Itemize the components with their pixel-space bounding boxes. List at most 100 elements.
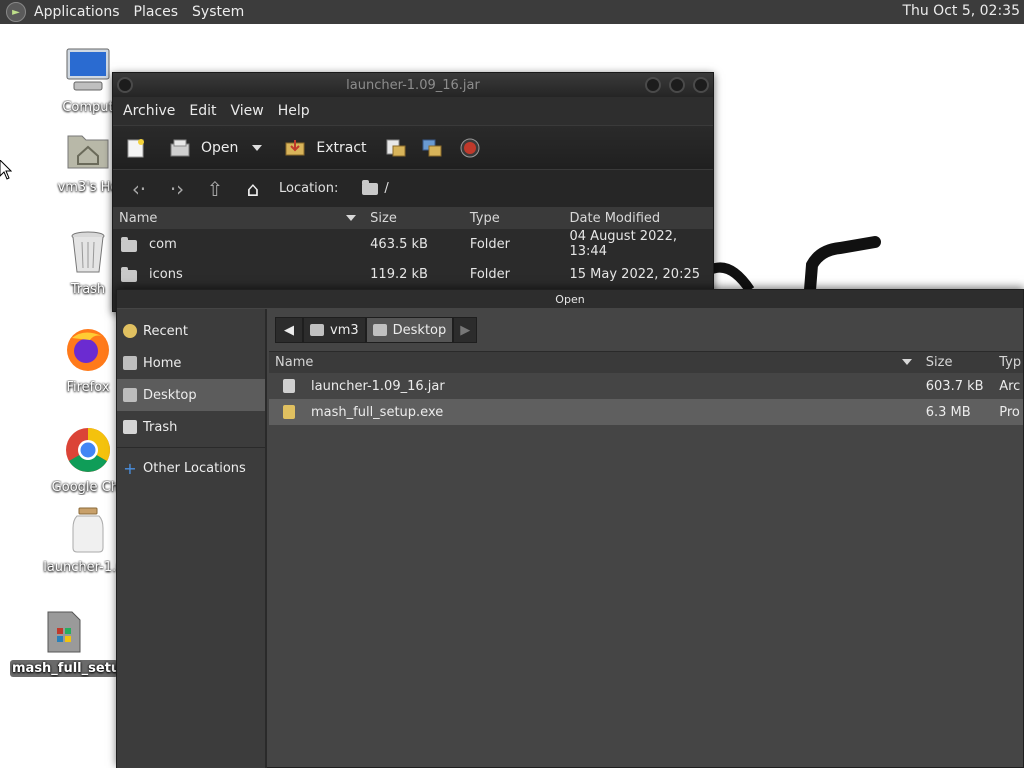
clock[interactable]: Thu Oct 5, 02:35 <box>902 3 1020 19</box>
applications-menu[interactable]: Applications <box>34 4 120 20</box>
add-files-button[interactable] <box>385 138 417 158</box>
jar-file-icon <box>72 507 104 553</box>
places-menu[interactable]: Places <box>134 4 179 20</box>
system-logo-icon[interactable]: ► <box>6 2 26 22</box>
sidebar-item-label: Desktop <box>143 387 197 403</box>
home-folder-icon <box>67 135 109 169</box>
computer-icon <box>66 48 110 91</box>
table-row[interactable]: icons 119.2 kB Folder 15 May 2022, 20:25 <box>113 259 713 289</box>
row-size: 463.5 kB <box>370 236 428 252</box>
trash-icon <box>123 420 137 434</box>
chrome-icon <box>66 428 110 472</box>
archive-toolbar: Open Extract <box>113 125 713 169</box>
open-button[interactable]: Open <box>169 138 263 158</box>
file-column-header: Name Size Typ <box>269 351 1023 373</box>
desktop-icon-label: mash_full_setup <box>10 660 118 677</box>
clock-icon <box>123 324 137 338</box>
menu-help[interactable]: Help <box>278 103 310 119</box>
exe-file-icon <box>283 405 295 419</box>
column-name[interactable]: Name <box>269 355 920 370</box>
table-row[interactable]: com 463.5 kB Folder 04 August 2022, 13:4… <box>113 229 713 259</box>
path-button-label: Desktop <box>392 322 447 338</box>
open-button-label: Open <box>201 139 239 156</box>
sidebar-item-desktop[interactable]: Desktop <box>117 379 265 411</box>
archive-menubar: Archive Edit View Help <box>113 97 713 125</box>
column-name-label: Name <box>275 355 314 370</box>
up-arrow-icon[interactable]: ⇧ <box>203 177 227 201</box>
desktop-icon <box>372 324 387 336</box>
open-dropdown-arrow-icon[interactable] <box>252 144 263 151</box>
location-path[interactable]: / <box>362 179 389 196</box>
maximize-button[interactable] <box>669 77 685 93</box>
archive-window-titlebar[interactable]: launcher-1.09_16.jar <box>113 73 713 97</box>
close-button[interactable] <box>693 77 709 93</box>
path-bar: ◀ vm3 Desktop ▶ <box>269 309 1023 351</box>
archive-column-header: Name Size Type Date Modified <box>113 207 713 229</box>
open-archive-icon <box>170 139 190 156</box>
file-name: mash_full_setup.exe <box>311 404 444 420</box>
folder-icon <box>121 266 137 282</box>
sidebar-item-label: Home <box>143 355 182 371</box>
open-dialog-title: Open <box>117 290 1023 308</box>
jar-file-icon <box>283 379 295 393</box>
path-scroll-left-button[interactable]: ◀ <box>275 317 303 343</box>
file-row[interactable]: launcher-1.09_16.jar 603.7 kB Arc <box>269 373 1023 399</box>
sort-descending-icon <box>901 359 912 365</box>
menu-view[interactable]: View <box>231 103 264 119</box>
menu-archive[interactable]: Archive <box>123 103 175 119</box>
file-list-area: ◀ vm3 Desktop ▶ Name Size Typ launcher-1… <box>269 309 1023 767</box>
add-folder-button[interactable] <box>421 138 453 158</box>
stop-icon <box>460 138 480 157</box>
archive-manager-window: launcher-1.09_16.jar Archive Edit View H… <box>112 72 714 312</box>
trash-icon <box>71 231 105 273</box>
plus-icon: + <box>123 458 137 478</box>
menu-edit[interactable]: Edit <box>189 103 216 119</box>
new-document-icon <box>127 138 144 157</box>
column-size[interactable]: Size <box>364 211 464 226</box>
column-size[interactable]: Size <box>920 355 993 370</box>
row-type: Folder <box>469 236 511 252</box>
path-button-desktop[interactable]: Desktop <box>365 317 454 343</box>
path-button-vm3[interactable]: vm3 <box>303 317 366 343</box>
forward-arrow-icon[interactable]: ·› <box>165 177 189 201</box>
extract-button-label: Extract <box>316 139 367 156</box>
exe-file-icon <box>47 611 81 653</box>
sidebar-separator <box>117 447 265 448</box>
sidebar-item-home[interactable]: Home <box>117 347 265 379</box>
system-menu[interactable]: System <box>192 4 244 20</box>
sidebar-item-label: Recent <box>143 323 188 339</box>
file-row[interactable]: mash_full_setup.exe 6.3 MB Pro <box>269 399 1023 425</box>
window-menu-button[interactable] <box>117 77 133 93</box>
new-archive-button[interactable] <box>125 138 157 158</box>
column-date-modified[interactable]: Date Modified <box>564 211 714 226</box>
back-arrow-icon[interactable]: ‹· <box>127 177 151 201</box>
mouse-pointer-icon <box>0 160 12 180</box>
sidebar-item-trash[interactable]: Trash <box>117 411 265 443</box>
sidebar-item-label: Trash <box>143 419 178 435</box>
row-date: 04 August 2022, 13:44 <box>569 229 678 259</box>
path-scroll-right-button[interactable]: ▶ <box>453 317 478 343</box>
minimize-button[interactable] <box>645 77 661 93</box>
row-type: Folder <box>469 266 511 282</box>
column-type[interactable]: Typ <box>993 355 1023 370</box>
desktop-icon-mash-setup[interactable]: mash_full_setup <box>10 610 118 677</box>
column-name[interactable]: Name <box>113 211 364 226</box>
places-sidebar: Recent Home Desktop Trash + Other Locati… <box>117 309 267 768</box>
sidebar-item-other-locations[interactable]: + Other Locations <box>117 452 265 484</box>
extract-button[interactable]: Extract <box>284 138 367 158</box>
column-type[interactable]: Type <box>464 211 564 226</box>
add-folder-icon <box>422 139 442 156</box>
desktop-icon <box>123 388 137 402</box>
sidebar-item-recent[interactable]: Recent <box>117 315 265 347</box>
location-path-text: / <box>384 181 389 196</box>
path-button-label: vm3 <box>330 322 359 338</box>
location-bar: ‹· ·› ⇧ ⌂ Location: / <box>113 169 713 207</box>
stop-button[interactable] <box>459 138 491 158</box>
file-name: launcher-1.09_16.jar <box>311 378 445 394</box>
archive-window-title: launcher-1.09_16.jar <box>346 77 480 93</box>
open-file-dialog: Open Recent Home Desktop Trash + Other L… <box>116 289 1024 768</box>
top-panel: ► Applications Places System Thu Oct 5, … <box>0 0 1024 24</box>
add-files-icon <box>386 139 406 156</box>
home-icon[interactable]: ⌂ <box>241 177 265 201</box>
home-icon <box>310 324 324 336</box>
